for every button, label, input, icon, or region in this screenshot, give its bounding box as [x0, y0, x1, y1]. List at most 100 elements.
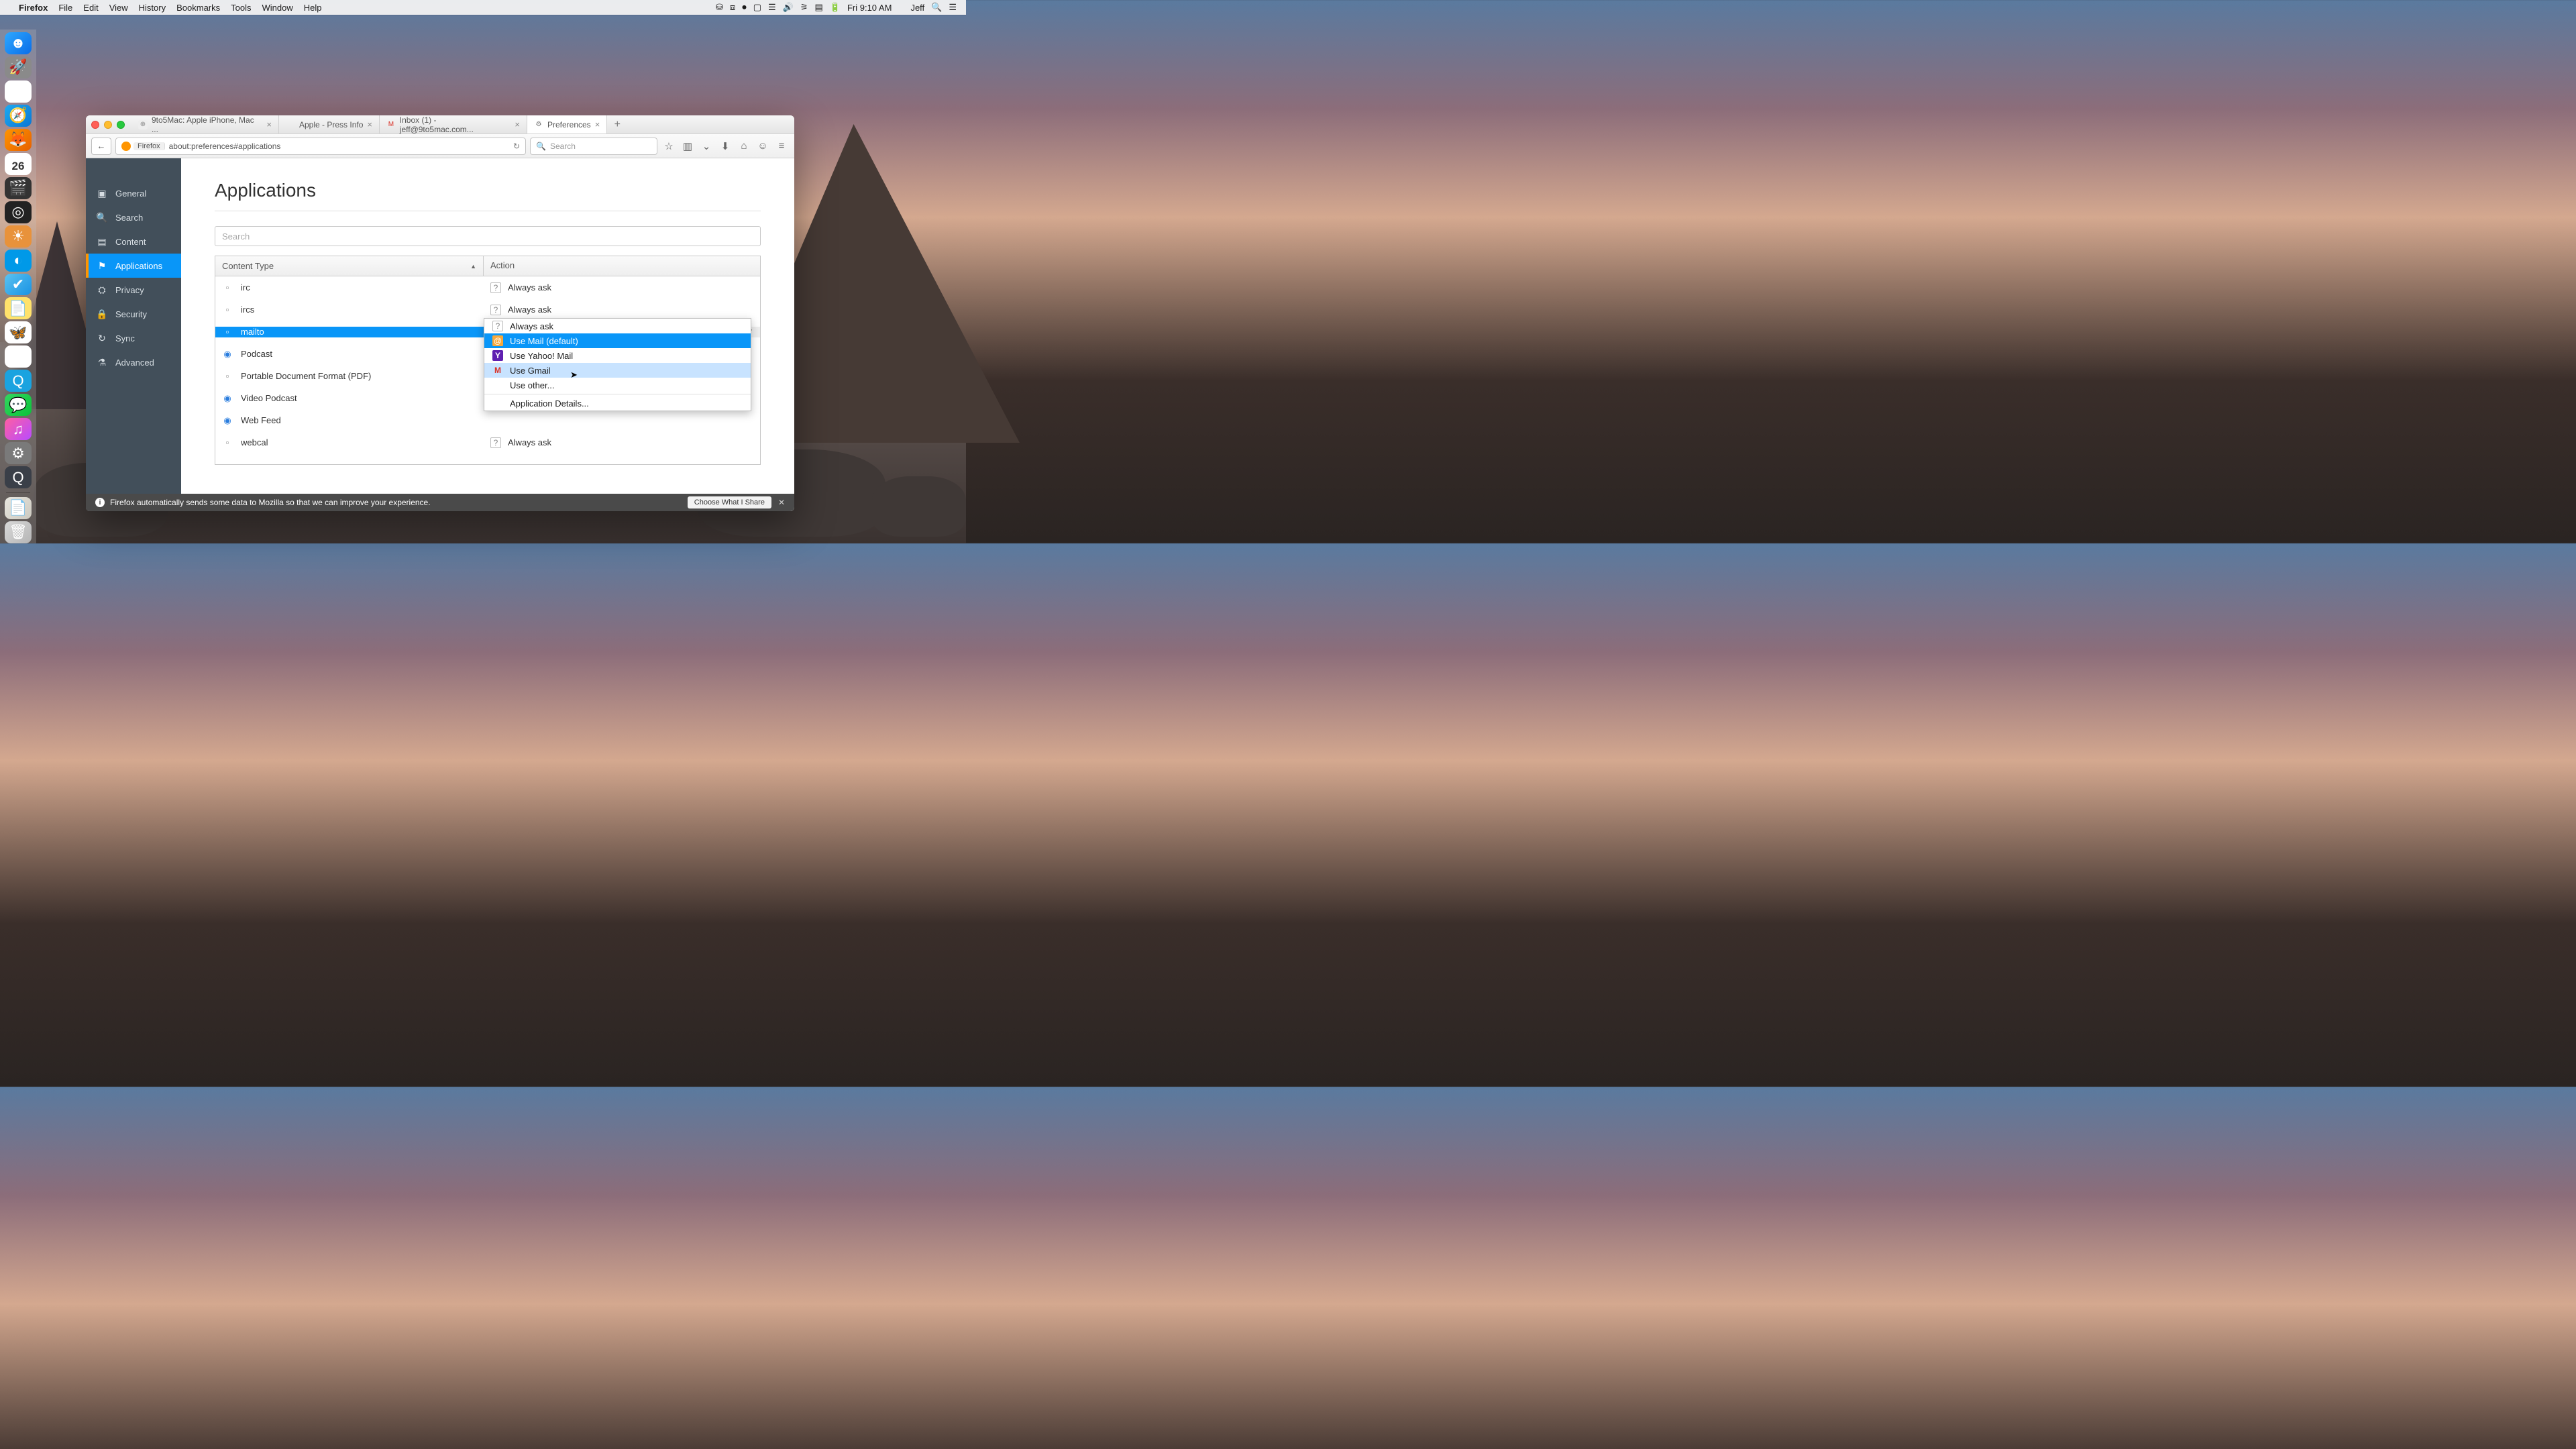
wifi-icon[interactable]: ⚞ — [800, 2, 808, 13]
dropbox-icon[interactable]: ⛁ — [716, 2, 723, 13]
dropdown-option-always-ask[interactable]: ?Always ask — [484, 319, 751, 333]
tab-apple-press[interactable]: Apple - Press Info × — [279, 115, 380, 133]
tab-preferences[interactable]: ⚙ Preferences × — [527, 115, 607, 133]
dock-settings-icon[interactable]: ⚙ — [5, 442, 32, 464]
dropdown-option-gmail[interactable]: MUse Gmail — [484, 363, 751, 378]
tab-strip: ⊕ 9to5Mac: Apple iPhone, Mac ... × Apple… — [131, 115, 789, 133]
reload-icon[interactable]: ↻ — [513, 142, 520, 151]
dropdown-option-other[interactable]: Use other... — [484, 378, 751, 392]
choose-share-button[interactable]: Choose What I Share — [688, 496, 771, 508]
back-button[interactable]: ← — [91, 138, 111, 155]
column-content-type[interactable]: Content Type ▲ — [215, 256, 484, 276]
sidebar-item-security[interactable]: 🔒Security — [86, 302, 181, 326]
dock-iweb-icon[interactable]: ☀ — [5, 225, 32, 248]
menu-edit[interactable]: Edit — [83, 3, 98, 13]
box-icon[interactable]: ⧈ — [730, 2, 735, 13]
tasks-icon[interactable]: ☰ — [768, 2, 776, 13]
table-row[interactable]: ▫irc ?Always ask — [215, 276, 760, 299]
menubar-status-area: ⛁ ⧈ ⏺ ▢ ☰ 🔊 ⚞ ▤ 🔋 — [716, 2, 841, 13]
menubar-app-name[interactable]: Firefox — [19, 3, 48, 13]
table-row[interactable]: ▫webcal ?Always ask — [215, 431, 760, 453]
rss-icon: ◉ — [222, 415, 233, 426]
battery-icon[interactable]: 🔋 — [830, 2, 841, 13]
dock-downloads-icon[interactable]: 📄 — [5, 497, 32, 519]
dock-app-icon[interactable]: ◐ — [5, 250, 32, 272]
dropdown-option-details[interactable]: Application Details... — [484, 396, 751, 411]
close-tab-icon[interactable]: × — [266, 119, 272, 129]
dock-itunes-icon[interactable]: ♫ — [5, 418, 32, 440]
menu-view[interactable]: View — [109, 3, 128, 13]
menu-bookmarks[interactable]: Bookmarks — [176, 3, 220, 13]
dock-photos-icon[interactable]: ✿ — [5, 345, 32, 368]
menubar-username[interactable]: Jeff — [910, 3, 924, 13]
search-field[interactable]: 🔍 Search — [530, 138, 657, 155]
sidebar-item-sync[interactable]: ↻Sync — [86, 326, 181, 350]
sidebar-item-applications[interactable]: ⚑Applications — [86, 254, 181, 278]
menu-window[interactable]: Window — [262, 3, 293, 13]
close-tab-icon[interactable]: × — [595, 119, 600, 129]
dock-firefox-icon[interactable]: 🦊 — [5, 129, 32, 151]
file-icon: ▫ — [222, 327, 233, 337]
menu-help[interactable]: Help — [304, 3, 322, 13]
menubar-clock[interactable]: Fri 9:10 AM — [847, 3, 892, 13]
close-notification-icon[interactable]: ✕ — [778, 498, 785, 507]
downloads-icon[interactable]: ⬇ — [718, 139, 733, 154]
dock-omni-icon[interactable]: Q — [5, 370, 32, 392]
tab-gmail-inbox[interactable]: M Inbox (1) - jeff@9to5mac.com... × — [380, 115, 527, 133]
tab-9to5mac[interactable]: ⊕ 9to5Mac: Apple iPhone, Mac ... × — [131, 115, 279, 133]
dock-quicktime-icon[interactable]: Q — [5, 466, 32, 488]
globe-icon: ⊕ — [138, 120, 148, 129]
hamburger-menu-icon[interactable]: ≡ — [774, 139, 789, 154]
bookmark-star-icon[interactable]: ☆ — [661, 139, 676, 154]
close-window-button[interactable] — [91, 121, 99, 129]
airplay-icon[interactable]: ▢ — [753, 2, 761, 13]
minimize-window-button[interactable] — [104, 121, 112, 129]
dock-idvd-icon[interactable]: ◎ — [5, 201, 32, 223]
sidebar-item-privacy[interactable]: ⛭Privacy — [86, 278, 181, 302]
file-icon: ▫ — [222, 282, 233, 293]
library-icon[interactable]: ▥ — [680, 139, 695, 154]
dock-messages-icon[interactable]: 💬 — [5, 394, 32, 416]
sidebar-item-general[interactable]: ▣General — [86, 181, 181, 205]
ask-icon: ? — [490, 437, 501, 448]
close-tab-icon[interactable]: × — [515, 119, 520, 129]
menu-history[interactable]: History — [139, 3, 166, 13]
dock-safari-icon[interactable]: 🧭 — [5, 105, 32, 127]
dock-notes-icon[interactable]: 📄 — [5, 297, 32, 319]
menu-file[interactable]: File — [58, 3, 72, 13]
dock-finder-icon[interactable]: ☻ — [5, 32, 32, 54]
address-bar[interactable]: Firefox about:preferences#applications ↻ — [115, 138, 526, 155]
table-row[interactable]: ◉Web Feed — [215, 409, 760, 431]
dock-launchpad-icon[interactable]: 🚀 — [5, 56, 32, 78]
home-icon[interactable]: ⌂ — [737, 139, 751, 154]
new-tab-button[interactable]: + — [607, 115, 627, 133]
dock-chrome-icon[interactable]: ◉ — [5, 80, 32, 103]
sidebar-item-content[interactable]: ▤Content — [86, 229, 181, 254]
dropdown-option-mail-default[interactable]: @Use Mail (default) — [484, 333, 751, 348]
sidebar-item-advanced[interactable]: ⚗Advanced — [86, 350, 181, 374]
dock-trash-icon[interactable]: 🗑 — [5, 521, 32, 543]
applications-search-input[interactable] — [215, 226, 761, 246]
dock-calendar-icon[interactable]: FEB26 — [5, 153, 32, 175]
display-icon[interactable]: ▤ — [814, 2, 822, 13]
dock-things-icon[interactable]: ✔ — [5, 274, 32, 296]
recording-icon[interactable]: ⏺ — [742, 2, 747, 13]
spotlight-icon[interactable]: 🔍 — [931, 2, 942, 13]
pocket-icon[interactable]: ⌄ — [699, 139, 714, 154]
dock-butterfly-icon[interactable]: 🦋 — [5, 321, 32, 343]
volume-icon[interactable]: 🔊 — [783, 2, 794, 13]
dropdown-option-yahoo[interactable]: YUse Yahoo! Mail — [484, 348, 751, 363]
close-tab-icon[interactable]: × — [367, 119, 372, 129]
sidebar-item-search[interactable]: 🔍Search — [86, 205, 181, 229]
zoom-window-button[interactable] — [117, 121, 125, 129]
file-icon: ▫ — [222, 305, 233, 315]
menu-tools[interactable]: Tools — [231, 3, 251, 13]
column-action[interactable]: Action — [484, 256, 760, 276]
sort-ascending-icon: ▲ — [470, 263, 476, 270]
dock-finalcut-icon[interactable]: 🎬 — [5, 177, 32, 199]
hello-icon[interactable]: ☺ — [755, 139, 770, 154]
page-title: Applications — [215, 180, 761, 211]
gmail-icon: M — [492, 365, 503, 376]
notification-center-icon[interactable]: ☰ — [949, 2, 957, 13]
general-icon: ▣ — [97, 188, 107, 199]
